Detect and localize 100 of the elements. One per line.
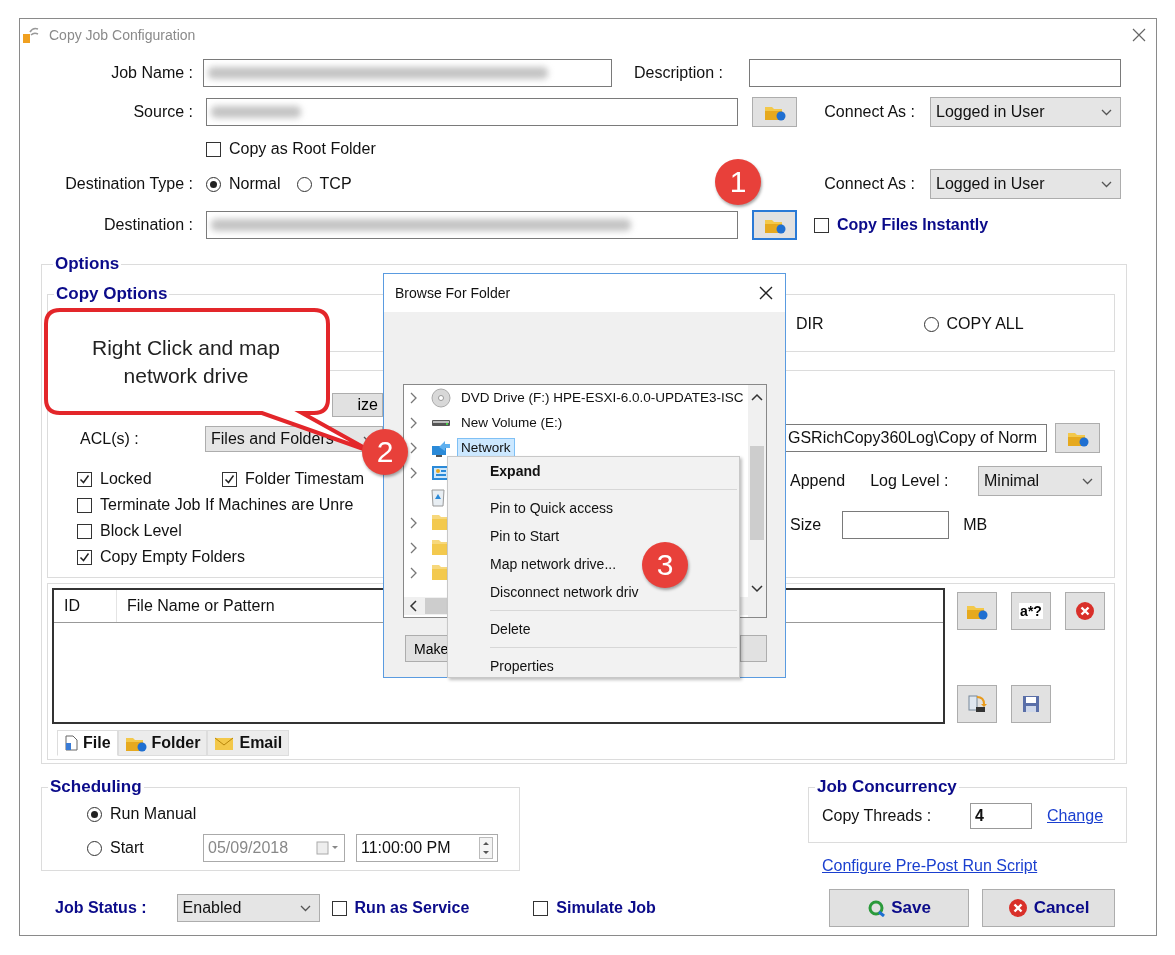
change-link[interactable]: Change — [1047, 807, 1104, 825]
save-button[interactable]: Save — [829, 889, 969, 927]
chevron-right-icon[interactable] — [410, 391, 418, 404]
text-field[interactable] — [203, 59, 612, 87]
text-field[interactable] — [842, 511, 950, 539]
dropdown[interactable]: Logged in User — [930, 97, 1121, 127]
chevron-right-icon[interactable] — [410, 541, 418, 554]
field-label: Job Name : — [110, 64, 193, 82]
save-button[interactable] — [1011, 685, 1051, 723]
checkbox-label: Run as Service — [354, 899, 470, 917]
field-label: Size — [790, 516, 822, 534]
text-field[interactable]: 4 — [970, 803, 1032, 829]
field-label: Append — [790, 472, 846, 490]
radio-button[interactable] — [206, 176, 221, 192]
chevron-right-icon[interactable] — [410, 441, 418, 454]
menu-item[interactable]: Disconnect network driv — [448, 578, 639, 606]
checkbox[interactable] — [206, 141, 221, 157]
remove-button[interactable] — [1065, 592, 1105, 630]
callout-text: Right Click and map network drive — [91, 335, 281, 389]
menu-item[interactable]: Expand — [448, 457, 541, 485]
close-icon[interactable] — [759, 286, 773, 300]
size-button[interactable]: ize — [332, 393, 383, 417]
chevron-right-icon[interactable] — [410, 516, 418, 529]
cancel-button[interactable]: Cancel — [982, 889, 1115, 927]
group-title: Scheduling — [49, 777, 143, 797]
text-field[interactable] — [749, 59, 1121, 87]
dialog-title: Browse For Folder — [395, 285, 511, 301]
document-arrow-icon — [967, 694, 987, 714]
dialog-button[interactable] — [740, 635, 767, 662]
tree-item[interactable]: New Volume (E:) — [457, 413, 567, 432]
text-field[interactable] — [206, 98, 738, 126]
checkbox[interactable] — [222, 471, 237, 487]
menu-item[interactable]: Pin to Start — [448, 522, 560, 550]
radio-label: COPY ALL — [946, 315, 1024, 333]
radio-button[interactable] — [296, 176, 312, 192]
radio-button[interactable] — [87, 840, 102, 856]
script-link[interactable]: Configure Pre-Post Run Script — [822, 857, 1038, 875]
scroll-thumb[interactable] — [750, 446, 764, 540]
field-label: Log Level : — [870, 472, 949, 490]
save-icon — [1021, 694, 1041, 714]
checkbox[interactable] — [77, 497, 92, 513]
calendar-icon — [316, 841, 340, 855]
checkbox-label: Block Level — [100, 522, 182, 540]
group-title: Copy Options — [55, 284, 169, 304]
unit-label: MB — [963, 516, 988, 534]
chevron-left-icon[interactable] — [409, 600, 417, 612]
scroll-thumb[interactable] — [425, 598, 447, 614]
tab[interactable]: File — [57, 730, 118, 756]
browse-button[interactable] — [752, 97, 797, 127]
field-label: Copy Threads : — [822, 807, 933, 825]
menu-item[interactable]: Delete — [448, 615, 531, 643]
radio-label: TCP — [319, 175, 352, 193]
checkbox-label: Locked — [100, 470, 152, 488]
window-title: Copy Job Configuration — [49, 27, 196, 43]
browse-button[interactable] — [752, 210, 797, 240]
radio-label: Normal — [229, 175, 281, 193]
scrollbar[interactable] — [748, 385, 766, 617]
checkbox[interactable] — [533, 900, 549, 916]
checkbox[interactable] — [814, 217, 829, 233]
pattern-button[interactable]: a*? — [1011, 592, 1051, 630]
dropdown[interactable]: Logged in User — [930, 169, 1121, 199]
menu-item[interactable]: Pin to Quick access — [448, 494, 613, 522]
x-circle-icon — [1007, 898, 1028, 918]
chevron-right-icon[interactable] — [410, 466, 418, 479]
chevron-up-icon[interactable] — [751, 393, 763, 401]
group-title: Options — [54, 254, 121, 274]
document-icon — [64, 735, 78, 751]
spinner-arrows-icon — [479, 837, 493, 859]
radio-button[interactable] — [87, 806, 102, 822]
checkbox[interactable] — [77, 523, 92, 539]
checkbox-label: Folder Timestam — [245, 470, 365, 488]
dropdown[interactable]: Minimal — [978, 466, 1102, 496]
tab[interactable]: Folder — [117, 730, 208, 756]
field-label: ACL(s) : — [80, 430, 140, 448]
menu-item[interactable]: Map network drive... — [448, 550, 617, 578]
tree-item[interactable]: DVD Drive (F:) HPE-ESXI-6.0.0-UPDATE3-ISC — [457, 388, 748, 407]
group-title: Job Concurrency — [816, 777, 958, 797]
delete-icon — [1075, 601, 1095, 621]
dropdown[interactable]: Enabled — [176, 894, 320, 922]
menu-item[interactable]: Properties — [448, 652, 554, 680]
chevron-right-icon[interactable] — [410, 566, 418, 579]
tab[interactable]: Email — [207, 730, 290, 756]
checkbox[interactable] — [331, 900, 347, 916]
radio-button[interactable] — [923, 316, 939, 332]
text-field[interactable] — [206, 211, 738, 239]
radio-label: Start — [110, 839, 144, 857]
field-label: Source : — [132, 103, 193, 121]
checkbox-label: Terminate Job If Machines are Unre — [100, 496, 354, 514]
chevron-right-icon[interactable] — [410, 416, 418, 429]
browse-button[interactable] — [1055, 423, 1100, 453]
column-header: ID — [54, 590, 117, 622]
add-folder-button[interactable] — [957, 592, 997, 630]
field-label: Job Status : — [55, 899, 147, 917]
checkbox[interactable] — [77, 549, 92, 565]
import-button[interactable] — [957, 685, 997, 723]
checkbox[interactable] — [77, 471, 92, 487]
time-field[interactable]: 11:00:00 PM — [356, 834, 498, 862]
field-label: Description : — [634, 64, 723, 82]
checkbox-label: Copy Files Instantly — [837, 216, 989, 234]
drive-icon — [430, 417, 452, 428]
